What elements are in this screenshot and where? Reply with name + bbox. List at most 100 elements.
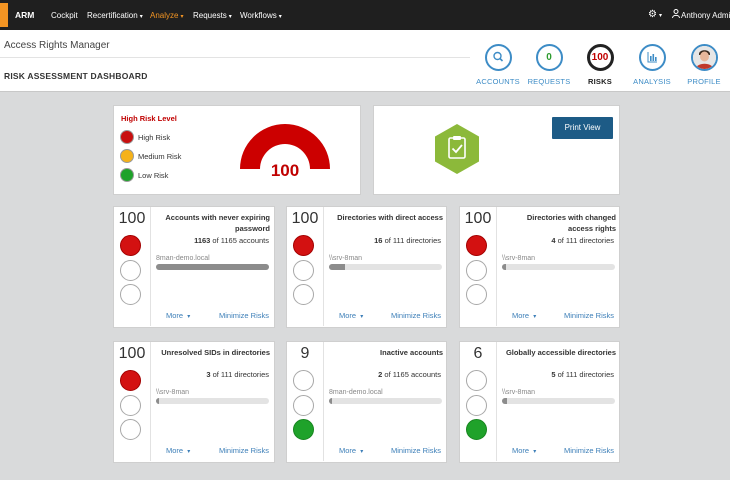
high-risk-indicator (466, 370, 487, 391)
caret-down-icon: ▾ (360, 449, 364, 455)
card-divider (496, 207, 497, 326)
caret-down-icon: ▾ (139, 14, 143, 20)
risk-card-never-expiring-password: 100 Accounts with never expiring passwor… (113, 206, 275, 328)
tab-risks[interactable]: 100 RISKS (570, 44, 630, 86)
card-target: \\srv-8man (156, 389, 190, 396)
nav-item-requests[interactable]: Requests ▾ (193, 11, 232, 20)
more-dropdown[interactable]: More ▾ (512, 311, 536, 320)
nav-item-analyze[interactable]: Analyze ▾ (150, 11, 183, 20)
medium-risk-indicator (120, 260, 141, 281)
card-count: 4 of 111 directories (551, 236, 614, 245)
high-risk-indicator (120, 370, 141, 391)
card-count: 16 of 111 directories (374, 236, 441, 245)
brand-label[interactable]: ARM (15, 10, 34, 20)
progress-fill (502, 264, 507, 270)
minimize-risks-link[interactable]: Minimize Risks (391, 446, 441, 455)
card-divider (150, 342, 151, 461)
card-title: Directories with changed access rights (526, 213, 616, 233)
progress-fill (502, 398, 508, 404)
risk-card-globally-accessible: 6 Globally accessible directories 5 of 1… (459, 341, 620, 463)
minimize-risks-link[interactable]: Minimize Risks (391, 311, 441, 320)
gear-icon[interactable]: ⚙ ▾ (648, 9, 662, 20)
tab-profile[interactable]: PROFILE (674, 44, 730, 86)
progress-bar (502, 398, 615, 404)
medium-risk-indicator (293, 395, 314, 416)
high-risk-indicator (293, 235, 314, 256)
high-risk-indicator (466, 235, 487, 256)
risk-score: 100 (118, 210, 146, 227)
minimize-risks-link[interactable]: Minimize Risks (219, 311, 269, 320)
card-title: Unresolved SIDs in directories (161, 348, 270, 357)
medium-risk-indicator (293, 260, 314, 281)
more-dropdown[interactable]: More ▾ (339, 311, 363, 320)
risk-card-direct-access: 100 Directories with direct access 16 of… (286, 206, 447, 328)
caret-down-icon: ▾ (187, 449, 191, 455)
progress-fill (329, 398, 333, 404)
risk-score: 6 (473, 345, 483, 362)
more-dropdown[interactable]: More ▾ (166, 446, 190, 455)
clipboard-check-icon (435, 124, 479, 174)
minimize-risks-link[interactable]: Minimize Risks (564, 311, 614, 320)
medium-risk-indicator (466, 395, 487, 416)
card-title: Accounts with never expiring password (165, 213, 270, 233)
high-risk-indicator (120, 235, 141, 256)
card-target: \\srv-8man (502, 255, 536, 262)
card-target: \\srv-8man (502, 389, 536, 396)
divider (0, 57, 470, 58)
card-target: 8man-demo.local (329, 389, 383, 396)
logo[interactable] (0, 3, 8, 27)
top-navbar: ARM Cockpit Recertification ▾ Analyze ▾ Re… (0, 0, 730, 30)
chart-icon (638, 44, 666, 71)
search-icon (484, 44, 512, 71)
more-dropdown[interactable]: More ▾ (339, 446, 363, 455)
actions-card: Print View (373, 105, 620, 195)
gauge-value: 100 (270, 161, 300, 180)
green-dot-icon (120, 168, 134, 182)
card-count: 2 of 1165 accounts (378, 370, 441, 379)
yellow-dot-icon (120, 149, 134, 163)
card-target: \\srv-8man (329, 255, 363, 262)
medium-risk-indicator (466, 260, 487, 281)
card-divider (150, 207, 151, 326)
print-view-button[interactable]: Print View (552, 117, 613, 139)
nav-item-cockpit[interactable]: Cockpit (51, 11, 78, 20)
risk-score: 100 (464, 210, 492, 227)
tab-analysis[interactable]: ANALYSIS (622, 44, 682, 86)
caret-down-icon: ▾ (180, 14, 184, 20)
caret-down-icon: ▾ (278, 14, 282, 20)
user-menu[interactable]: Anthony Admi (681, 11, 730, 20)
card-title: Globally accessible directories (505, 348, 616, 357)
card-target: 8man-demo.local (156, 255, 210, 262)
low-risk-indicator (466, 419, 487, 440)
card-title: Inactive accounts (380, 348, 443, 357)
low-risk-indicator (120, 284, 141, 305)
risk-level-title: High Risk Level (121, 114, 177, 123)
risk-score: 9 (300, 345, 310, 362)
app-title: Access Rights Manager (4, 40, 110, 51)
page-header: Access Rights Manager RISK ASSESSMENT DA… (0, 30, 730, 92)
medium-risk-indicator (120, 395, 141, 416)
nav-item-workflows[interactable]: Workflows ▾ (240, 11, 282, 20)
caret-down-icon: ▾ (228, 14, 232, 20)
progress-bar (329, 264, 442, 270)
low-risk-indicator (293, 284, 314, 305)
high-risk-indicator (293, 370, 314, 391)
page-title: RISK ASSESSMENT DASHBOARD (4, 71, 148, 81)
progress-bar (156, 398, 269, 404)
nav-item-recertification[interactable]: Recertification ▾ (87, 11, 143, 20)
card-title: Directories with direct access (337, 213, 443, 222)
more-dropdown[interactable]: More ▾ (512, 446, 536, 455)
risk-card-inactive-accounts: 9 Inactive accounts 2 of 1165 accounts 8… (286, 341, 447, 463)
red-dot-icon (120, 130, 134, 144)
minimize-risks-link[interactable]: Minimize Risks (219, 446, 269, 455)
card-count: 5 of 111 directories (551, 370, 614, 379)
user-icon (672, 9, 680, 20)
low-risk-indicator (120, 419, 141, 440)
requests-count: 0 (535, 44, 563, 71)
card-count: 3 of 111 directories (206, 370, 269, 379)
risk-card-unresolved-sids: 100 Unresolved SIDs in directories 3 of … (113, 341, 275, 463)
more-dropdown[interactable]: More ▾ (166, 311, 190, 320)
card-divider (323, 207, 324, 326)
card-divider (496, 342, 497, 461)
minimize-risks-link[interactable]: Minimize Risks (564, 446, 614, 455)
